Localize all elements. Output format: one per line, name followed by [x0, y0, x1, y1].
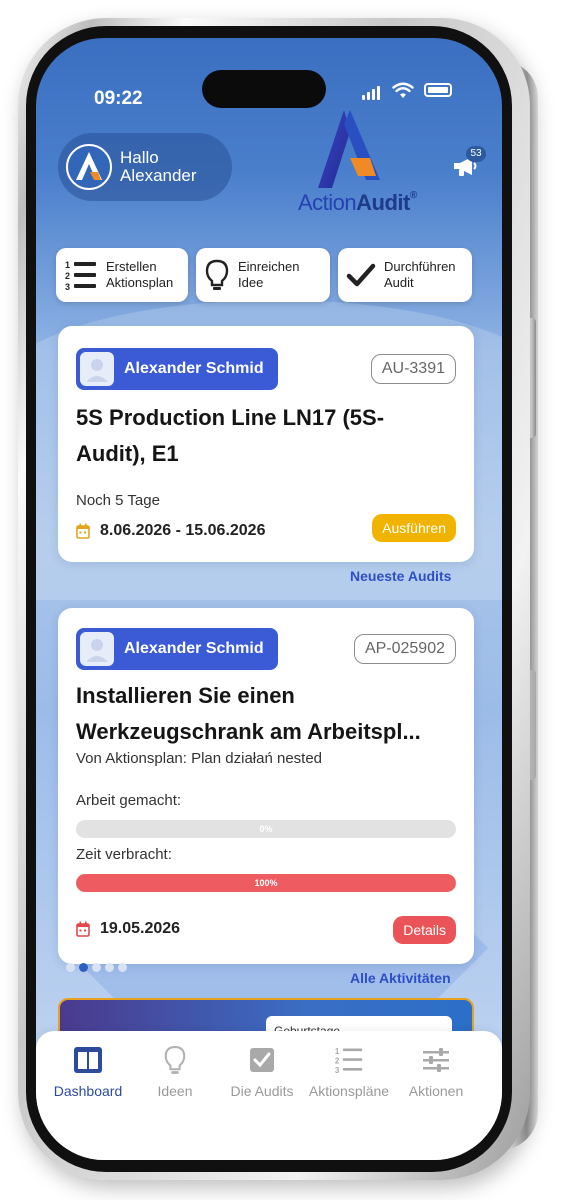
create-action-plan-button[interactable]: 1 2 3 Erstellen Aktionsplan [56, 248, 188, 302]
carousel-dot[interactable] [79, 963, 88, 972]
audit-user-name: Alexander Schmid [124, 360, 264, 377]
carousel-dot[interactable] [92, 963, 101, 972]
qa-idea-line2: Idee [238, 275, 264, 290]
time-spent-label: Zeit verbracht: [76, 846, 172, 863]
qa-create-line1: Erstellen [106, 259, 157, 274]
action-user-name: Alexander Schmid [124, 640, 264, 657]
user-avatar-icon [80, 632, 114, 666]
tab-label-dashboard: Dashboard [53, 1083, 123, 1099]
tab-action-plans[interactable]: 1 2 3 Aktionspläne [304, 1043, 394, 1099]
numbered-list-icon: 1 2 3 [65, 260, 96, 292]
notification-badge: 53 [466, 146, 486, 162]
greeting-hello: Hallo [120, 148, 159, 167]
audit-id-badge: AU-3391 [370, 354, 456, 384]
audit-title: 5S Production Line LN17 (5S- Audit), E1 [76, 400, 384, 472]
tab-label-audits: Die Audits [230, 1083, 294, 1099]
app-logo-icon [76, 152, 102, 180]
tab-label-action-plans: Aktionspläne [308, 1083, 390, 1099]
svg-text:2: 2 [335, 1057, 340, 1066]
action-plan-source: Von Aktionsplan: Plan działań nested [76, 750, 323, 767]
tab-audits[interactable]: Die Audits [217, 1043, 307, 1099]
greeting-name: Alexander [120, 166, 197, 185]
action-title-line1: Installieren Sie einen [76, 683, 295, 708]
status-time: 09:22 [94, 88, 143, 109]
dashboard-icon [74, 1047, 102, 1073]
lightbulb-icon [205, 259, 229, 290]
checkmark-icon [346, 263, 376, 287]
qa-create-line2: Aktionsplan [106, 275, 174, 290]
action-date-row: 19.05.2026 [76, 920, 180, 938]
svg-text:3: 3 [335, 1066, 340, 1075]
action-due-date: 19.05.2026 [100, 920, 181, 937]
avatar [66, 144, 112, 190]
perform-audit-button[interactable]: Durchführen Audit [338, 248, 472, 302]
audit-date-range: 8.06.2026 - 15.06.2026 [100, 522, 266, 539]
work-progress-text: 0% [259, 824, 273, 834]
action-audit-logo-icon [318, 110, 380, 188]
work-done-label: Arbeit gemacht: [76, 792, 182, 809]
signal-icon [362, 86, 380, 100]
calendar-icon [76, 921, 90, 937]
latest-audits-link[interactable]: Neueste Audits [350, 568, 451, 584]
action-title: Installieren Sie einen Werkzeugschrank a… [76, 678, 421, 750]
action-card[interactable]: Alexander Schmid AP-025902 Installieren … [58, 608, 474, 964]
profile-greeting[interactable]: Hallo Alexander [58, 133, 232, 201]
brand-wordmark: ActionAudit® [298, 190, 417, 216]
user-chip: Alexander Schmid [76, 348, 278, 390]
tab-actions[interactable]: Aktionen [391, 1043, 481, 1099]
qa-audit-line2: Audit [384, 275, 414, 290]
audit-date-row: 8.06.2026 - 15.06.2026 [76, 522, 265, 540]
qa-idea-line1: Einreichen [238, 259, 300, 274]
audit-title-line2: Audit), E1 [76, 441, 179, 466]
checkbox-icon [250, 1048, 274, 1072]
svg-text:2: 2 [65, 271, 70, 281]
user-avatar-icon [80, 352, 114, 386]
all-activities-link[interactable]: Alle Aktivitäten [350, 970, 451, 986]
carousel-dot[interactable] [105, 963, 114, 972]
carousel-dot[interactable] [118, 963, 127, 972]
qa-audit-line1: Durchführen [384, 259, 456, 274]
execute-button[interactable]: Ausführen [372, 514, 456, 542]
submit-idea-button[interactable]: Einreichen Idee [196, 248, 330, 302]
app-screen: 09:22 Hallo Alexander ActionAudit® 53 1 … [36, 38, 502, 1160]
carousel-dots [66, 963, 127, 972]
time-progress-bar: 100% [76, 874, 456, 892]
svg-text:3: 3 [65, 282, 70, 292]
svg-text:1: 1 [65, 260, 70, 270]
tab-dashboard[interactable]: Dashboard [43, 1043, 133, 1099]
work-progress-bar: 0% [76, 820, 456, 838]
time-progress-text: 100% [254, 878, 278, 888]
audit-title-line1: 5S Production Line LN17 (5S- [76, 405, 385, 430]
bottom-tab-bar: Dashboard Ideen Die Audits 1 2 3 Aktions… [36, 1031, 502, 1160]
dynamic-island [202, 70, 326, 108]
tab-ideas[interactable]: Ideen [130, 1043, 220, 1099]
lightbulb-icon [164, 1046, 186, 1074]
brand-reg: ® [409, 190, 417, 201]
calendar-icon [76, 523, 90, 539]
audit-remaining: Noch 5 Tage [76, 492, 160, 509]
sliders-icon [423, 1048, 449, 1072]
battery-icon [424, 83, 452, 97]
numbered-list-icon: 1 2 3 [335, 1047, 363, 1075]
carousel-dot[interactable] [66, 963, 75, 972]
tab-label-actions: Aktionen [408, 1083, 464, 1099]
action-title-line2: Werkzeugschrank am Arbeitspl... [76, 719, 421, 744]
wifi-icon [392, 82, 414, 98]
brand-part2: Audit [356, 190, 410, 215]
audit-card[interactable]: Alexander Schmid AU-3391 5S Production L… [58, 326, 474, 562]
user-chip: Alexander Schmid [76, 628, 278, 670]
svg-text:1: 1 [335, 1047, 340, 1056]
brand-part1: Action [298, 190, 357, 215]
tab-label-ideas: Ideen [157, 1083, 193, 1099]
details-button[interactable]: Details [393, 916, 456, 944]
action-id-badge: AP-025902 [353, 634, 456, 664]
